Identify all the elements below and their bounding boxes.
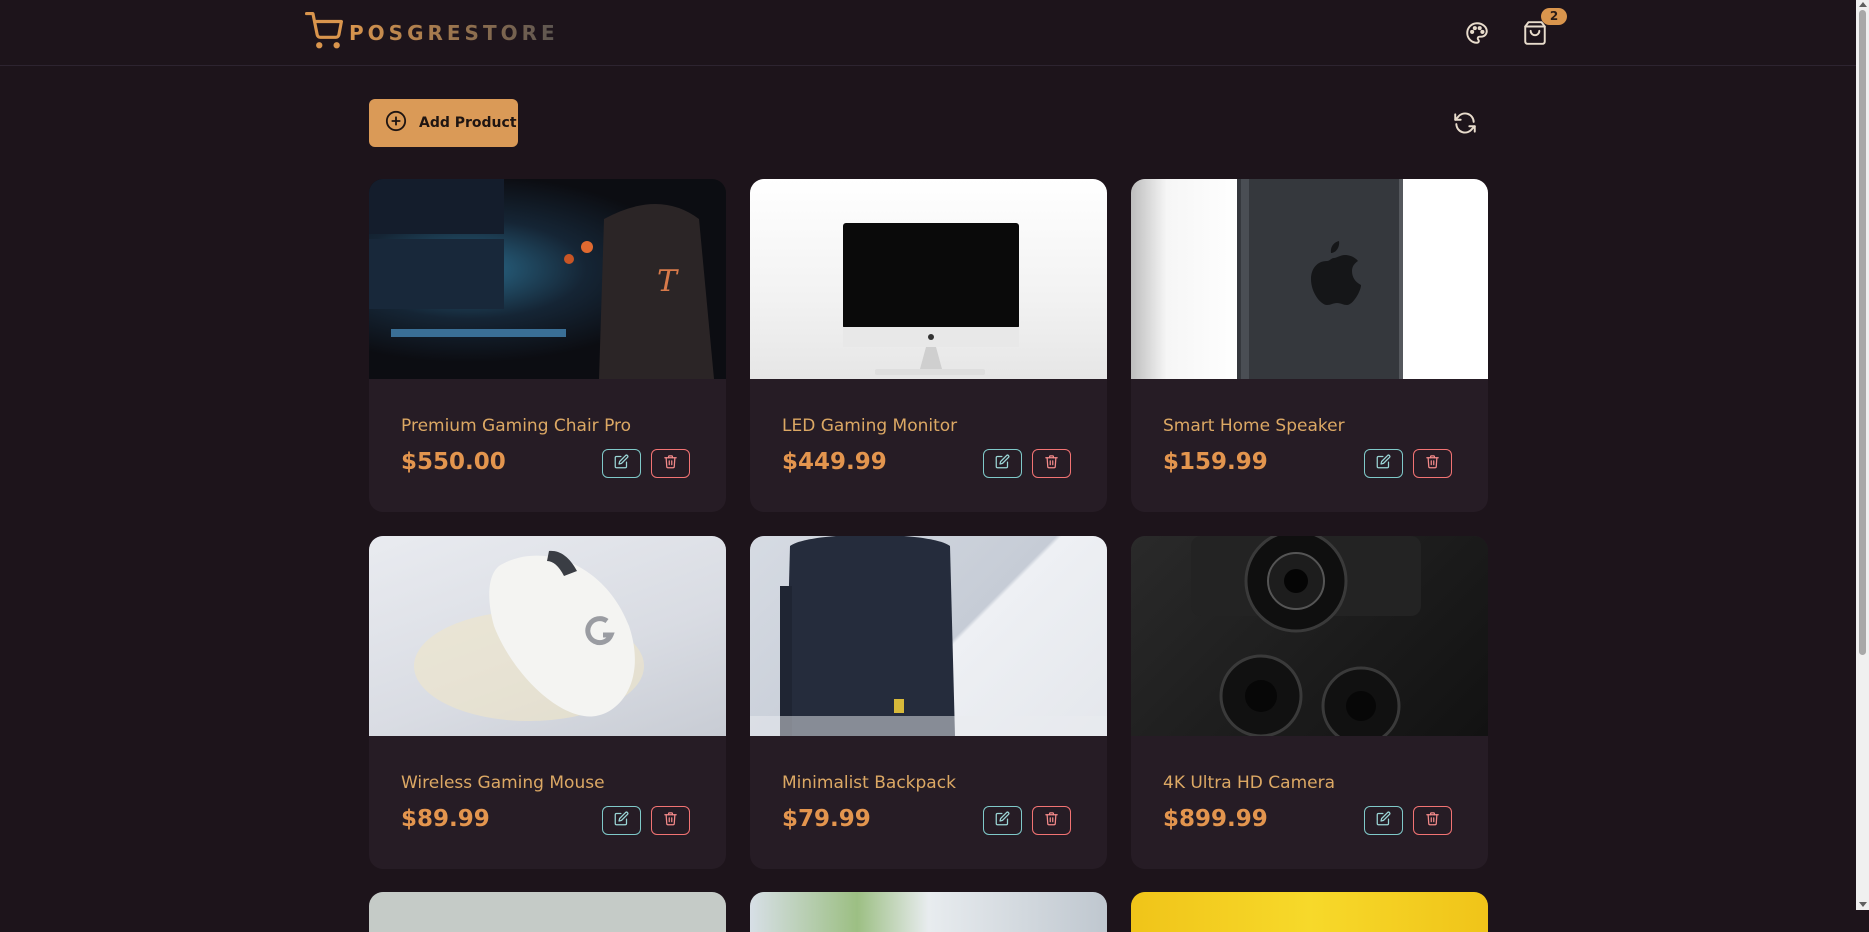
brand-link[interactable]: POSGRESTORE (305, 12, 559, 54)
add-product-button[interactable]: Add Product (369, 99, 518, 147)
shopping-cart-icon (305, 12, 343, 54)
plus-circle-icon (385, 110, 419, 136)
product-card: LED Gaming Monitor $449.99 (750, 179, 1107, 512)
edit-product-button[interactable] (1364, 806, 1403, 835)
scrollbar-thumb[interactable] (1859, 10, 1866, 655)
svg-text:T: T (657, 264, 679, 299)
add-product-label: Add Product (419, 115, 517, 131)
product-card: T Premium Gaming Chair Pro $550.00 (369, 179, 726, 512)
product-card: Wireless Gaming Mouse $89.99 (369, 536, 726, 869)
edit-product-button[interactable] (1364, 449, 1403, 478)
delete-product-button[interactable] (1413, 449, 1452, 478)
trash-icon (1425, 454, 1440, 473)
trash-icon (663, 811, 678, 830)
brand-name: POSGRESTORE (349, 21, 559, 45)
product-image (1131, 536, 1488, 736)
trash-icon (1044, 811, 1059, 830)
edit-icon (614, 811, 629, 830)
product-price: $79.99 (782, 806, 871, 832)
product-name: Smart Home Speaker (1163, 416, 1345, 436)
scroll-up-arrow[interactable] (1859, 2, 1867, 7)
palette-icon[interactable] (1464, 20, 1490, 46)
navbar: POSGRESTORE 2 (0, 0, 1856, 66)
product-price: $159.99 (1163, 449, 1268, 475)
trash-icon (663, 454, 678, 473)
product-card-partial (369, 892, 726, 932)
product-card: Minimalist Backpack $79.99 (750, 536, 1107, 869)
edit-icon (614, 454, 629, 473)
edit-product-button[interactable] (983, 806, 1022, 835)
product-card: 4K Ultra HD Camera $899.99 (1131, 536, 1488, 869)
product-card: Smart Home Speaker $159.99 (1131, 179, 1488, 512)
shopping-bag-icon (1522, 21, 1548, 50)
product-price: $899.99 (1163, 806, 1268, 832)
product-price: $550.00 (401, 449, 506, 475)
product-image (750, 536, 1107, 736)
edit-icon (1376, 811, 1391, 830)
delete-product-button[interactable] (1032, 449, 1071, 478)
product-name: Wireless Gaming Mouse (401, 773, 605, 793)
delete-product-button[interactable] (651, 806, 690, 835)
edit-product-button[interactable] (602, 449, 641, 478)
delete-product-button[interactable] (1413, 806, 1452, 835)
scroll-down-arrow[interactable] (1859, 902, 1867, 907)
cart-button[interactable] (1522, 20, 1548, 46)
delete-product-button[interactable] (1032, 806, 1071, 835)
product-image: T (369, 179, 726, 379)
product-image (369, 536, 726, 736)
product-image (750, 179, 1107, 379)
product-name: Premium Gaming Chair Pro (401, 416, 632, 436)
product-card-partial (750, 892, 1107, 932)
edit-product-button[interactable] (983, 449, 1022, 478)
scrollbar[interactable] (1856, 0, 1869, 910)
product-name: 4K Ultra HD Camera (1163, 773, 1336, 793)
trash-icon (1044, 454, 1059, 473)
product-image (1131, 179, 1488, 379)
edit-icon (995, 454, 1010, 473)
trash-icon (1425, 811, 1440, 830)
delete-product-button[interactable] (651, 449, 690, 478)
edit-icon (1376, 454, 1391, 473)
product-name: LED Gaming Monitor (782, 416, 958, 436)
product-price: $89.99 (401, 806, 490, 832)
product-name: Minimalist Backpack (782, 773, 956, 793)
edit-icon (995, 811, 1010, 830)
cart-count-badge: 2 (1541, 8, 1567, 25)
edit-product-button[interactable] (602, 806, 641, 835)
refresh-icon[interactable] (1452, 110, 1478, 136)
product-card-partial (1131, 892, 1488, 932)
product-price: $449.99 (782, 449, 887, 475)
